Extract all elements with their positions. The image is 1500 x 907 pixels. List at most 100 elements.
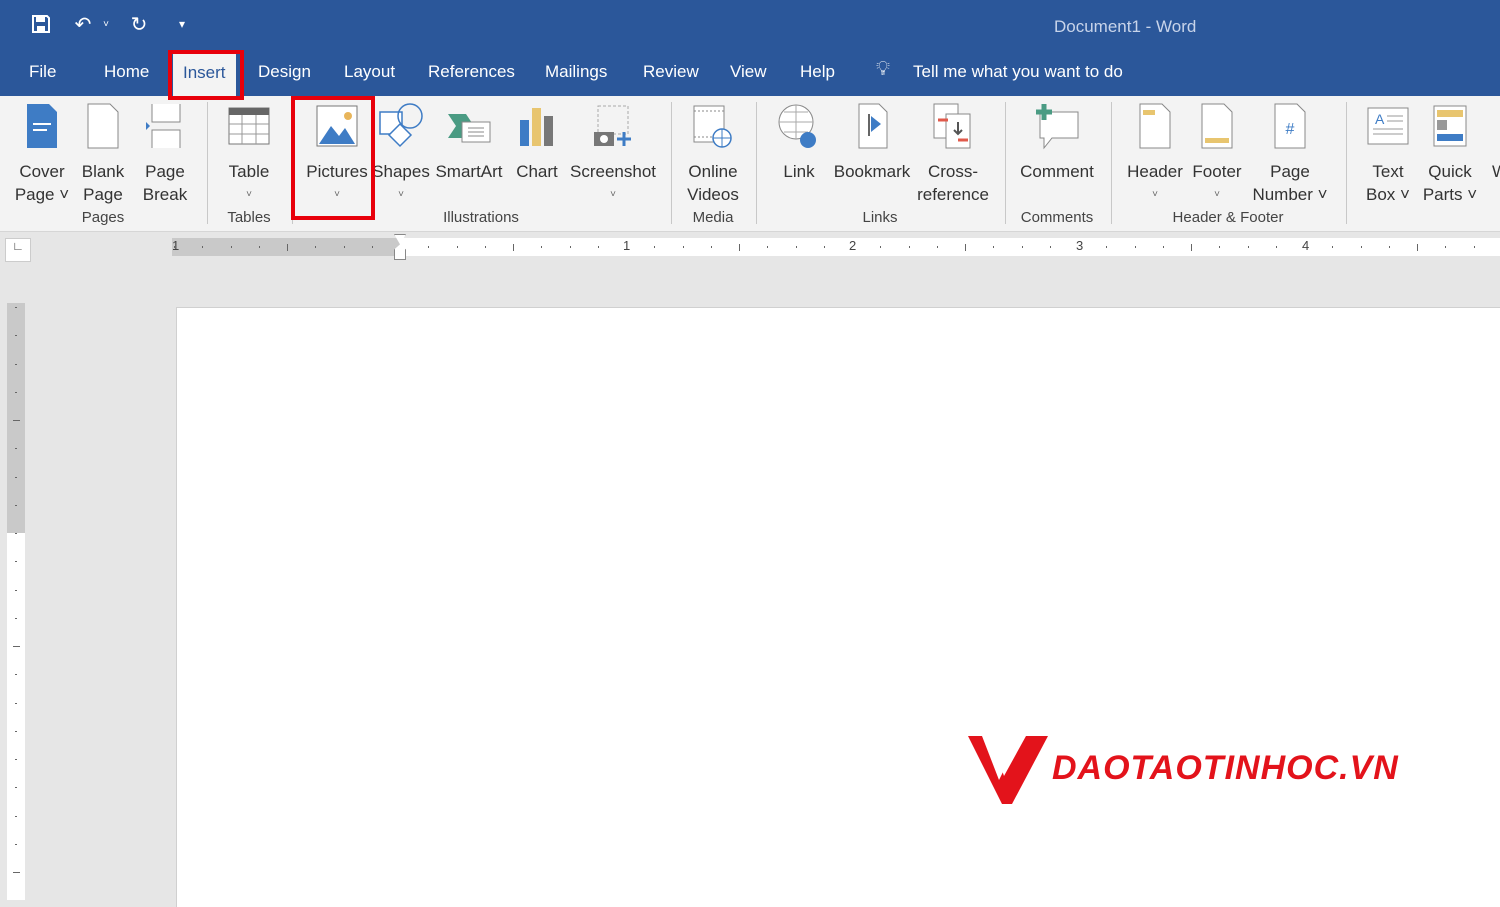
quick-parts-button[interactable]: Quick Parts ˅ [1410, 102, 1490, 206]
ruler-tick [15, 702, 17, 704]
tab-file[interactable]: File [29, 62, 56, 82]
cross-reference-icon [933, 103, 971, 149]
tab-home[interactable]: Home [104, 62, 149, 82]
table-icon [228, 107, 270, 145]
tab-references[interactable]: References [428, 62, 515, 82]
ruler-tick [1360, 246, 1362, 248]
ruler-tick [15, 561, 17, 563]
page-break-button[interactable]: Page Break [125, 102, 205, 206]
ruler-tick [1445, 246, 1447, 248]
ruler-tick [823, 246, 825, 248]
ruler-tick [1247, 246, 1249, 248]
ruler-tick [739, 243, 740, 251]
tab-selector[interactable]: ∟ [5, 238, 31, 262]
ruler-tick [15, 448, 17, 450]
ruler-tick [15, 617, 17, 619]
document-page[interactable] [176, 307, 1500, 907]
ruler-tick [202, 246, 204, 248]
tab-view[interactable]: View [730, 62, 767, 82]
logo-mark [968, 736, 1048, 804]
group-separator [292, 102, 293, 224]
ruler-tick [428, 246, 430, 248]
tab-mailings[interactable]: Mailings [545, 62, 607, 82]
ruler-tick [15, 476, 17, 478]
svg-text:#: # [1286, 121, 1295, 138]
lightbulb-icon: 💡︎ [876, 58, 890, 80]
redo-icon[interactable]: ↻ [125, 10, 153, 38]
undo-dropdown-icon[interactable]: ˅ [96, 10, 116, 38]
text-box-icon: A [1367, 107, 1409, 145]
ruler-tick [710, 246, 712, 248]
bookmark-icon [858, 103, 888, 149]
ruler-tick [343, 246, 345, 248]
blank-page-icon [87, 103, 119, 149]
tell-me-search[interactable]: Tell me what you want to do [913, 62, 1123, 82]
ruler-tick [1134, 246, 1136, 248]
wordart-button[interactable]: W [1485, 102, 1500, 183]
page-number-icon: # [1274, 103, 1306, 149]
ruler-tick [230, 246, 232, 248]
ruler-tick [315, 246, 317, 248]
ruler-tick [1162, 246, 1164, 248]
ruler-tick [1191, 243, 1192, 251]
ruler-tick [15, 730, 17, 732]
cross-reference-button[interactable]: Cross-reference [908, 102, 998, 206]
ruler-tick [513, 243, 514, 251]
ribbon-insert: Cover Page ˅ Blank Page Page Break Table ˅ P… [0, 96, 1500, 232]
watermark-logo: DAOTAOTINHOC.VN [968, 732, 1399, 804]
ruler-tick [1106, 246, 1108, 248]
ruler-margin [172, 238, 400, 256]
vertical-ruler[interactable] [7, 303, 25, 900]
horizontal-ruler[interactable]: 1 1 2 3 4 [172, 234, 1500, 260]
ruler-tick [1275, 246, 1277, 248]
ruler-tick [12, 646, 20, 647]
ruler-tick [908, 246, 910, 248]
header-icon [1139, 103, 1171, 149]
online-videos-icon [693, 105, 732, 148]
ruler-tick [287, 243, 288, 251]
ruler-tick [569, 246, 571, 248]
ruler-number: 2 [849, 238, 857, 253]
tab-layout[interactable]: Layout [344, 62, 395, 82]
ruler-number: 3 [1076, 238, 1084, 253]
table-button[interactable]: Table ˅ [209, 102, 289, 206]
online-videos-button[interactable]: Online Videos [673, 102, 753, 206]
save-icon[interactable] [27, 10, 55, 38]
tab-help[interactable]: Help [800, 62, 835, 82]
tab-insert[interactable]: Insert [173, 52, 236, 96]
customize-qat-icon[interactable]: ▾ [168, 10, 196, 38]
ruler-margin [7, 303, 25, 533]
undo-icon[interactable]: ↶ [69, 10, 97, 38]
ruler-tick [15, 335, 17, 337]
ruler-tick [15, 391, 17, 393]
ruler-tick [1388, 246, 1390, 248]
ruler-tick [1332, 246, 1334, 248]
group-label-illustrations: Illustrations [443, 209, 519, 226]
ruler-tick [15, 363, 17, 365]
ruler-tick [15, 589, 17, 591]
ruler-tick [15, 787, 17, 789]
group-separator [671, 102, 672, 224]
ruler-tick [15, 533, 17, 534]
ruler-tick [880, 246, 882, 248]
group-label-tables: Tables [227, 209, 271, 226]
group-separator [1111, 102, 1112, 224]
screenshot-button[interactable]: Screenshot ˅ [565, 102, 661, 206]
ruler-number: 1 [623, 238, 631, 253]
comment-button[interactable]: Comment [1012, 102, 1102, 183]
group-separator [1346, 102, 1347, 224]
ruler-tick [15, 307, 17, 308]
ruler-tick [993, 246, 995, 248]
tab-design[interactable]: Design [258, 62, 311, 82]
page-number-button[interactable]: # Page Number ˅ [1245, 102, 1335, 206]
group-separator [207, 102, 208, 224]
group-label-comments: Comments [1020, 209, 1094, 226]
group-separator [756, 102, 757, 224]
tab-review[interactable]: Review [643, 62, 699, 82]
bookmark-button[interactable]: Bookmark [827, 102, 917, 183]
comment-icon [1036, 104, 1079, 150]
smartart-icon [448, 114, 491, 143]
ruler-number: 4 [1302, 238, 1310, 253]
ruler-tick [174, 246, 175, 248]
ruler-tick [654, 246, 656, 248]
